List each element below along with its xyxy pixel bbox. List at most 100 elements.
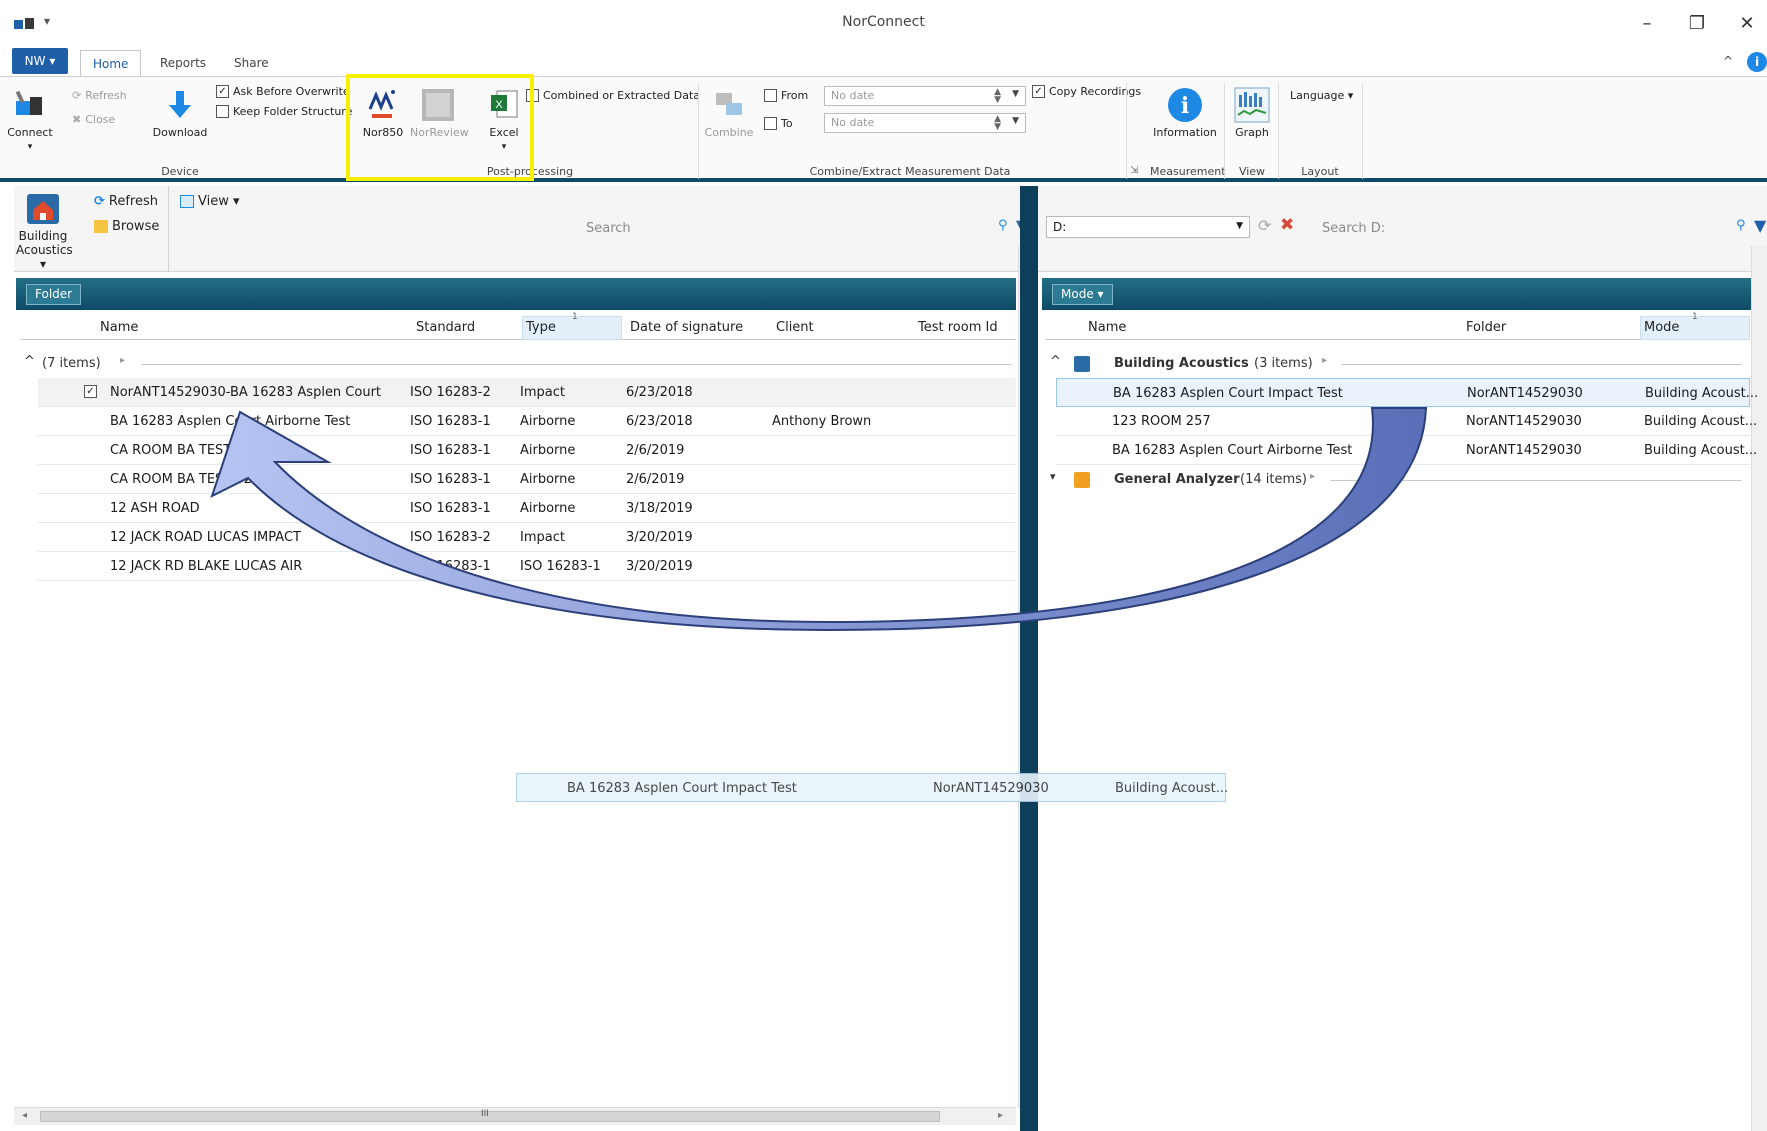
- refresh-icon[interactable]: ⟳: [1258, 216, 1271, 235]
- collapse-ribbon-icon[interactable]: ^: [1723, 54, 1733, 68]
- table-row[interactable]: 123 ROOM 257 NorANT14529030 Building Acous…: [1056, 407, 1757, 436]
- table-cell: 3/18/2019: [626, 501, 693, 516]
- restore-button[interactable]: ❐: [1677, 10, 1717, 38]
- combine-button[interactable]: Combine: [704, 87, 754, 139]
- collapse-icon[interactable]: ^: [1050, 354, 1061, 369]
- from-checkbox[interactable]: From: [764, 89, 808, 102]
- building-acoustics-button[interactable]: Building Acoustics ▾: [16, 192, 73, 271]
- left-group-row[interactable]: ^ (7 items) ▸: [24, 354, 1014, 376]
- to-checkbox[interactable]: To: [764, 117, 793, 130]
- sort-indicator: 1: [1692, 312, 1698, 322]
- from-date-picker[interactable]: No date ▲ ▼ ▼: [824, 86, 1026, 106]
- horizontal-scroll-thumb[interactable]: III: [40, 1109, 940, 1122]
- left-search-input[interactable]: Search: [586, 221, 631, 236]
- expand-icon[interactable]: ▾: [1050, 470, 1056, 483]
- col-standard[interactable]: Standard: [416, 320, 475, 335]
- chevron-down-icon[interactable]: ▼: [1012, 116, 1019, 126]
- tab-reports[interactable]: Reports: [148, 50, 218, 76]
- table-cell: ISO 16283-1: [410, 472, 491, 487]
- to-date-picker[interactable]: No date ▲ ▼ ▼: [824, 113, 1026, 133]
- col-date-of-signature[interactable]: Date of signature: [630, 320, 743, 335]
- table-cell: NorANT14529030: [1467, 386, 1583, 401]
- table-row[interactable]: BA 16283 Asplen Court Impact Test NorANT1…: [1056, 378, 1758, 407]
- col-folder[interactable]: Folder: [1466, 320, 1506, 335]
- tab-share[interactable]: Share: [222, 50, 281, 76]
- group-arrow-icon: ▸: [1322, 355, 1328, 366]
- device-close-button[interactable]: ✖ Close: [72, 113, 115, 126]
- table-cell: Building Acoust...: [1644, 414, 1758, 429]
- group-label-layout: Layout: [1301, 165, 1339, 178]
- table-row[interactable]: BA 16283 Asplen Court Airborne Test ISO 1…: [38, 407, 1016, 436]
- right-search-input[interactable]: Search D:: [1322, 221, 1385, 236]
- scroll-left-icon[interactable]: ◂: [22, 1110, 27, 1121]
- dialog-launcher-icon[interactable]: ⇲: [1130, 165, 1138, 176]
- combined-extracted-checkbox[interactable]: Combined or Extracted Data: [526, 89, 700, 102]
- col-mode[interactable]: Mode: [1644, 320, 1679, 335]
- group-chip-folder[interactable]: Folder: [26, 284, 82, 305]
- left-refresh-button[interactable]: ⟳ Refresh: [94, 194, 158, 209]
- table-cell: Anthony Brown: [772, 414, 872, 429]
- keep-folder-checkbox[interactable]: Keep Folder Structure: [216, 105, 352, 118]
- close-window-button[interactable]: ✕: [1727, 10, 1767, 38]
- app-menu-button[interactable]: NW ▾: [12, 48, 68, 74]
- device-refresh-button[interactable]: ⟳ Refresh: [72, 89, 127, 102]
- collapse-icon[interactable]: ^: [24, 354, 35, 369]
- group-row-general-analyzer[interactable]: ▾ General Analyzer (14 items) ▸: [1050, 470, 1750, 492]
- table-row[interactable]: CA ROOM BA TEST ISO 16283-1 Airborne 2/6/20…: [38, 436, 1016, 465]
- information-button[interactable]: i Information: [1150, 87, 1220, 139]
- col-type[interactable]: Type: [526, 320, 556, 335]
- panel-splitter[interactable]: [1020, 186, 1038, 1131]
- browse-button[interactable]: Browse: [94, 219, 159, 234]
- postprocessing-highlight-box: [346, 74, 534, 181]
- search-icon[interactable]: ⚲: [998, 218, 1008, 233]
- ribbon: Connect ▾ ⟳ Refresh ✖ Close Download ✓ Ask B…: [0, 76, 1767, 182]
- ribbon-tabs: NW ▾ Home Reports Share ^ i: [0, 46, 1767, 76]
- minimize-button[interactable]: –: [1627, 10, 1667, 38]
- group-row-building-acoustics[interactable]: ^ Building Acoustics (3 items) ▸: [1050, 354, 1750, 376]
- connect-button[interactable]: Connect ▾: [6, 87, 54, 152]
- right-vertical-scrollbar[interactable]: [1751, 246, 1767, 1131]
- chevron-down-icon[interactable]: ▼: [1012, 89, 1019, 99]
- col-name[interactable]: Name: [100, 320, 138, 335]
- group-chip-mode[interactable]: Mode ▾: [1052, 284, 1113, 305]
- table-cell: BA 16283 Asplen Court Airborne Test: [110, 414, 351, 429]
- col-client[interactable]: Client: [776, 320, 814, 335]
- table-cell: ISO 16283-2: [410, 385, 491, 400]
- table-cell: 2/6/2019: [626, 472, 685, 487]
- folder-icon: [94, 220, 108, 233]
- col-test-room-id[interactable]: Test room Id: [918, 320, 998, 335]
- information-icon: i: [1168, 88, 1202, 122]
- left-column-header: Name Standard Type 1 Date of signature C…: [20, 312, 1016, 340]
- table-row[interactable]: ✓ NorANT14529030-BA 16283 Asplen Court I.…: [38, 378, 1016, 407]
- right-column-header: Name Folder Mode 1: [1046, 312, 1750, 340]
- table-row[interactable]: 12 ASH ROAD ISO 16283-1 Airborne 3/18/2019: [38, 494, 1016, 523]
- tab-home[interactable]: Home: [80, 50, 142, 76]
- filter-icon[interactable]: ▼: [1754, 216, 1766, 235]
- view-dropdown[interactable]: View ▾: [180, 194, 240, 209]
- table-row[interactable]: BA 16283 Asplen Court Airborne Test NorAN…: [1056, 436, 1757, 465]
- drive-select[interactable]: D: ▼: [1046, 216, 1250, 238]
- spinner-icon[interactable]: ▲ ▼: [994, 115, 1001, 132]
- table-cell: 3/20/2019: [626, 530, 693, 545]
- checkbox-checked-icon: ✓: [1032, 85, 1045, 98]
- download-arrow-icon: [169, 91, 191, 118]
- col-name[interactable]: Name: [1088, 320, 1126, 335]
- left-horizontal-scrollbar[interactable]: ◂ III ▸: [14, 1107, 1016, 1125]
- row-checkbox[interactable]: ✓: [84, 385, 97, 398]
- copy-recordings-checkbox[interactable]: ✓ Copy Recordings: [1032, 85, 1141, 98]
- view-icon: [180, 195, 194, 208]
- table-row[interactable]: 12 JACK ROAD LUCAS IMPACT ISO 16283-2 Impa…: [38, 523, 1016, 552]
- table-row[interactable]: 12 JACK RD BLAKE LUCAS AIR ISO 16283-1 ISO…: [38, 552, 1016, 581]
- graph-button[interactable]: Graph: [1230, 87, 1274, 139]
- table-row[interactable]: CA ROOM BA TEST 02 ISO 16283-1 Airborne 2/6…: [38, 465, 1016, 494]
- ask-overwrite-checkbox[interactable]: ✓ Ask Before Overwrite: [216, 85, 350, 98]
- delete-icon[interactable]: ✖: [1280, 215, 1294, 235]
- language-dropdown[interactable]: Language ▾: [1290, 89, 1353, 102]
- table-cell: Airborne: [520, 501, 576, 516]
- chevron-down-icon: ▼: [1236, 221, 1243, 231]
- scroll-right-icon[interactable]: ▸: [998, 1110, 1003, 1121]
- search-icon[interactable]: ⚲: [1736, 218, 1746, 233]
- download-button[interactable]: Download: [150, 87, 210, 139]
- spinner-icon[interactable]: ▲ ▼: [994, 88, 1001, 105]
- info-help-icon[interactable]: i: [1747, 52, 1767, 72]
